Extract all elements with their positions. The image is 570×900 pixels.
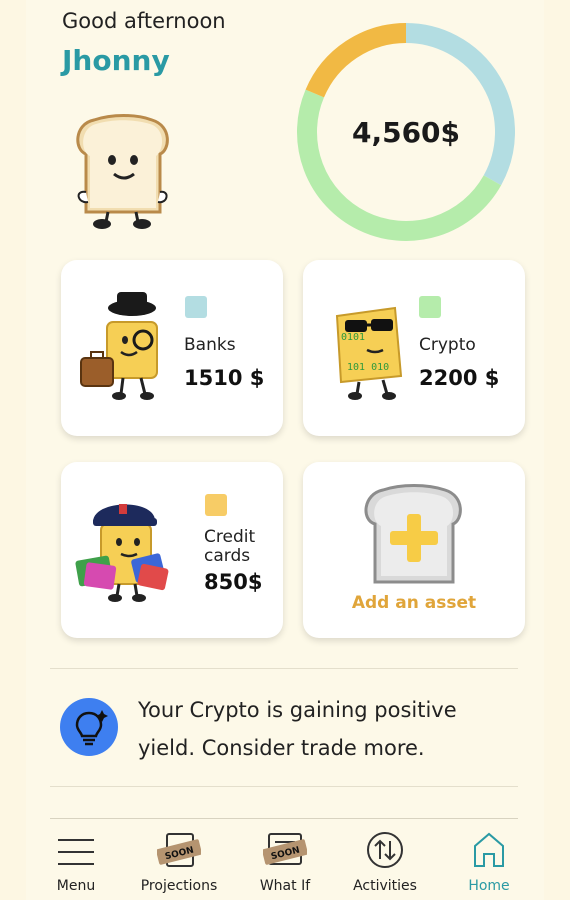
nav-item-activities[interactable]: Activities: [338, 822, 432, 900]
nav-label-projections: Projections: [140, 878, 218, 894]
crypto-amount: 2200 $: [419, 366, 500, 390]
credit-card-mascot-icon: [75, 504, 169, 602]
nav-item-menu[interactable]: Menu: [40, 822, 112, 900]
add-asset-label: Add an asset: [351, 593, 477, 613]
nav-item-home[interactable]: Home: [452, 822, 526, 900]
nav-item-what-if[interactable]: SOON What If: [248, 822, 322, 900]
nav-label-menu: Menu: [56, 878, 96, 894]
svg-text:0101: 0101: [341, 332, 365, 343]
hamburger-icon: [58, 839, 94, 865]
add-toast-icon: [364, 484, 462, 584]
nav-item-projections[interactable]: SOON Projections: [124, 822, 234, 900]
user-name: Jhonny: [62, 44, 170, 77]
nav-label-home: Home: [468, 878, 510, 894]
nav-label-what-if: What If: [259, 878, 311, 894]
asset-card-banks[interactable]: Banks 1510 $: [61, 260, 283, 436]
svg-text:101 010: 101 010: [347, 362, 389, 373]
banks-color-swatch: [185, 296, 207, 318]
insight-line-1: Your Crypto is gaining positive: [138, 698, 457, 722]
activities-icon: [367, 832, 403, 868]
nav-label-activities: Activities: [353, 878, 417, 894]
insight-badge: [60, 698, 118, 756]
toast-mascot-icon: [76, 114, 169, 229]
banker-mascot-icon: [80, 292, 158, 400]
add-asset-card[interactable]: Add an asset: [303, 462, 525, 638]
asset-card-crypto[interactable]: 0101 101 010 Crypto 2200 $: [303, 260, 525, 436]
divider: [50, 786, 518, 787]
insight-message: Your Crypto is gaining positive yield. C…: [138, 691, 518, 767]
lightbulb-icon: [75, 710, 108, 746]
credit-cards-label-line2: cards: [204, 546, 251, 566]
credit-cards-label-line1: Credit: [204, 527, 256, 547]
home-icon: [474, 832, 504, 867]
asset-card-credit-cards[interactable]: Credit cards 850$: [61, 462, 283, 638]
app-screen: Good afternoon Jhonny 4,560$ Banks 1510 …: [26, 0, 544, 900]
credit-cards-color-swatch: [205, 494, 227, 516]
greeting-text: Good afternoon: [62, 9, 226, 33]
insight-line-2: yield. Consider trade more.: [138, 736, 425, 760]
crypto-mascot-icon: 0101 101 010: [335, 306, 403, 400]
banks-amount: 1510 $: [184, 366, 265, 390]
banks-label: Banks: [184, 335, 236, 355]
divider: [50, 668, 518, 669]
bottom-nav-border: [50, 818, 518, 819]
total-balance: 4,560$: [351, 115, 461, 149]
crypto-color-swatch: [419, 296, 441, 318]
crypto-label: Crypto: [419, 335, 476, 355]
what-if-icon: SOON: [263, 833, 307, 865]
projections-icon: SOON: [157, 833, 201, 867]
credit-cards-amount: 850$: [204, 570, 263, 594]
